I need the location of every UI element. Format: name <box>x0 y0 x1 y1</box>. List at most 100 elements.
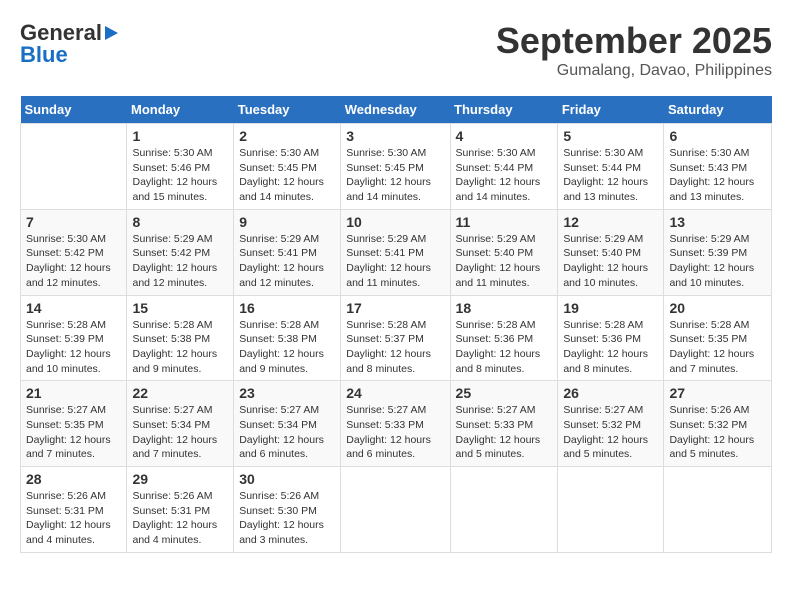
calendar-cell: 4Sunrise: 5:30 AM Sunset: 5:44 PM Daylig… <box>450 124 558 210</box>
day-header-saturday: Saturday <box>664 96 772 124</box>
day-info: Sunrise: 5:28 AM Sunset: 5:35 PM Dayligh… <box>669 318 766 377</box>
calendar-cell: 16 Sunrise: 5:28 AM Sunset: 5:38 PM Dayli… <box>234 295 341 381</box>
day-number: 25 <box>456 385 553 401</box>
calendar-cell: 24Sunrise: 5:27 AM Sunset: 5:33 PM Dayli… <box>341 381 450 467</box>
day-header-friday: Friday <box>558 96 664 124</box>
calendar-cell: 11 Sunrise: 5:29 AM Sunset: 5:40 PM Dayli… <box>450 209 558 295</box>
calendar-cell: 2 Sunrise: 5:30 AM Sunset: 5:45 PM Daylig… <box>234 124 341 210</box>
day-number: 19 <box>563 300 658 316</box>
logo-blue: Blue <box>20 42 68 68</box>
day-number: 24 <box>346 385 444 401</box>
calendar-cell: 6 Sunrise: 5:30 AM Sunset: 5:43 PM Daylig… <box>664 124 772 210</box>
day-info: Sunrise: 5:29 AM Sunset: 5:41 PM Dayligh… <box>239 232 335 291</box>
day-header-tuesday: Tuesday <box>234 96 341 124</box>
location-subtitle: Gumalang, Davao, Philippines <box>496 62 772 80</box>
day-number: 11 <box>456 214 553 230</box>
day-info: Sunrise: 5:30 AM Sunset: 5:42 PM Dayligh… <box>26 232 121 291</box>
calendar-cell: 23Sunrise: 5:27 AM Sunset: 5:34 PM Dayli… <box>234 381 341 467</box>
calendar-cell <box>664 467 772 553</box>
day-number: 6 <box>669 128 766 144</box>
day-number: 1 <box>132 128 228 144</box>
calendar-header-row: SundayMondayTuesdayWednesdayThursdayFrid… <box>21 96 772 124</box>
day-info: Sunrise: 5:29 AM Sunset: 5:40 PM Dayligh… <box>563 232 658 291</box>
day-info: Sunrise: 5:29 AM Sunset: 5:41 PM Dayligh… <box>346 232 444 291</box>
day-info: Sunrise: 5:29 AM Sunset: 5:42 PM Dayligh… <box>132 232 228 291</box>
title-area: September 2025 Gumalang, Davao, Philippi… <box>496 20 772 80</box>
calendar-cell: 12 Sunrise: 5:29 AM Sunset: 5:40 PM Dayli… <box>558 209 664 295</box>
day-info: Sunrise: 5:27 AM Sunset: 5:32 PM Dayligh… <box>563 403 658 462</box>
calendar-cell: 10 Sunrise: 5:29 AM Sunset: 5:41 PM Dayli… <box>341 209 450 295</box>
day-info: Sunrise: 5:30 AM Sunset: 5:43 PM Dayligh… <box>669 146 766 205</box>
day-info: Sunrise: 5:27 AM Sunset: 5:34 PM Dayligh… <box>132 403 228 462</box>
day-info: Sunrise: 5:30 AM Sunset: 5:44 PM Dayligh… <box>456 146 553 205</box>
day-number: 20 <box>669 300 766 316</box>
calendar-cell <box>450 467 558 553</box>
day-number: 9 <box>239 214 335 230</box>
day-info: Sunrise: 5:30 AM Sunset: 5:45 PM Dayligh… <box>239 146 335 205</box>
calendar-cell: 3Sunrise: 5:30 AM Sunset: 5:45 PM Daylig… <box>341 124 450 210</box>
calendar-cell <box>21 124 127 210</box>
day-info: Sunrise: 5:30 AM Sunset: 5:46 PM Dayligh… <box>132 146 228 205</box>
day-number: 28 <box>26 471 121 487</box>
day-number: 27 <box>669 385 766 401</box>
day-number: 3 <box>346 128 444 144</box>
day-header-wednesday: Wednesday <box>341 96 450 124</box>
day-number: 2 <box>239 128 335 144</box>
calendar-cell: 13 Sunrise: 5:29 AM Sunset: 5:39 PM Dayli… <box>664 209 772 295</box>
day-info: Sunrise: 5:28 AM Sunset: 5:39 PM Dayligh… <box>26 318 121 377</box>
day-number: 8 <box>132 214 228 230</box>
calendar-cell: 1 Sunrise: 5:30 AM Sunset: 5:46 PM Daylig… <box>127 124 234 210</box>
calendar-cell: 29 Sunrise: 5:26 AM Sunset: 5:31 PM Dayli… <box>127 467 234 553</box>
day-number: 26 <box>563 385 658 401</box>
day-number: 30 <box>239 471 335 487</box>
calendar-cell <box>558 467 664 553</box>
logo-arrow-icon <box>105 26 118 40</box>
calendar-cell: 17Sunrise: 5:28 AM Sunset: 5:37 PM Dayli… <box>341 295 450 381</box>
calendar-cell: 21Sunrise: 5:27 AM Sunset: 5:35 PM Dayli… <box>21 381 127 467</box>
day-number: 22 <box>132 385 228 401</box>
day-info: Sunrise: 5:26 AM Sunset: 5:31 PM Dayligh… <box>26 489 121 548</box>
day-number: 5 <box>563 128 658 144</box>
day-number: 23 <box>239 385 335 401</box>
day-number: 13 <box>669 214 766 230</box>
day-header-monday: Monday <box>127 96 234 124</box>
day-info: Sunrise: 5:26 AM Sunset: 5:30 PM Dayligh… <box>239 489 335 548</box>
week-row-5: 28 Sunrise: 5:26 AM Sunset: 5:31 PM Dayli… <box>21 467 772 553</box>
calendar-cell: 26 Sunrise: 5:27 AM Sunset: 5:32 PM Dayli… <box>558 381 664 467</box>
calendar-cell: 25 Sunrise: 5:27 AM Sunset: 5:33 PM Dayli… <box>450 381 558 467</box>
week-row-2: 7Sunrise: 5:30 AM Sunset: 5:42 PM Daylig… <box>21 209 772 295</box>
day-info: Sunrise: 5:28 AM Sunset: 5:38 PM Dayligh… <box>239 318 335 377</box>
calendar-cell: 7Sunrise: 5:30 AM Sunset: 5:42 PM Daylig… <box>21 209 127 295</box>
calendar-cell: 30 Sunrise: 5:26 AM Sunset: 5:30 PM Dayli… <box>234 467 341 553</box>
day-number: 15 <box>132 300 228 316</box>
day-number: 29 <box>132 471 228 487</box>
calendar-cell: 8 Sunrise: 5:29 AM Sunset: 5:42 PM Daylig… <box>127 209 234 295</box>
day-number: 18 <box>456 300 553 316</box>
day-info: Sunrise: 5:27 AM Sunset: 5:35 PM Dayligh… <box>26 403 121 462</box>
calendar-cell: 15 Sunrise: 5:28 AM Sunset: 5:38 PM Dayli… <box>127 295 234 381</box>
day-info: Sunrise: 5:28 AM Sunset: 5:38 PM Dayligh… <box>132 318 228 377</box>
day-header-thursday: Thursday <box>450 96 558 124</box>
header: General Blue September 2025 Gumalang, Da… <box>20 20 772 80</box>
day-info: Sunrise: 5:30 AM Sunset: 5:44 PM Dayligh… <box>563 146 658 205</box>
day-info: Sunrise: 5:29 AM Sunset: 5:40 PM Dayligh… <box>456 232 553 291</box>
calendar-cell: 27 Sunrise: 5:26 AM Sunset: 5:32 PM Dayli… <box>664 381 772 467</box>
calendar-table: SundayMondayTuesdayWednesdayThursdayFrid… <box>20 96 772 553</box>
day-number: 16 <box>239 300 335 316</box>
day-info: Sunrise: 5:27 AM Sunset: 5:33 PM Dayligh… <box>456 403 553 462</box>
calendar-cell: 20 Sunrise: 5:28 AM Sunset: 5:35 PM Dayli… <box>664 295 772 381</box>
day-number: 12 <box>563 214 658 230</box>
day-number: 10 <box>346 214 444 230</box>
day-info: Sunrise: 5:26 AM Sunset: 5:31 PM Dayligh… <box>132 489 228 548</box>
day-header-sunday: Sunday <box>21 96 127 124</box>
day-info: Sunrise: 5:29 AM Sunset: 5:39 PM Dayligh… <box>669 232 766 291</box>
day-number: 14 <box>26 300 121 316</box>
calendar-cell: 18Sunrise: 5:28 AM Sunset: 5:36 PM Dayli… <box>450 295 558 381</box>
week-row-4: 21Sunrise: 5:27 AM Sunset: 5:35 PM Dayli… <box>21 381 772 467</box>
month-title: September 2025 <box>496 20 772 62</box>
week-row-3: 14 Sunrise: 5:28 AM Sunset: 5:39 PM Dayli… <box>21 295 772 381</box>
calendar-cell: 5 Sunrise: 5:30 AM Sunset: 5:44 PM Daylig… <box>558 124 664 210</box>
day-number: 17 <box>346 300 444 316</box>
day-info: Sunrise: 5:26 AM Sunset: 5:32 PM Dayligh… <box>669 403 766 462</box>
calendar-cell: 22 Sunrise: 5:27 AM Sunset: 5:34 PM Dayli… <box>127 381 234 467</box>
